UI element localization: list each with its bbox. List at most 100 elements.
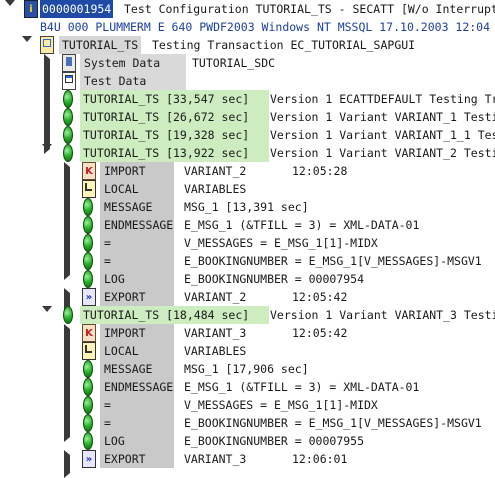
run-label[interactable]: TUTORIAL_TS [18,484 sec] <box>80 306 269 324</box>
export-icon: » <box>82 450 96 468</box>
test-data-icon <box>62 72 76 90</box>
run-text: Version 1 Variant VARIANT_3 Testing <box>270 308 495 322</box>
step-key: LOCAL <box>100 180 174 198</box>
log-header-row: i 0000001954 Test Configuration TUTORIAL… <box>0 0 495 18</box>
run-row[interactable]: TUTORIAL_TS [18,484 sec] Version 1 Varia… <box>0 306 495 324</box>
step-row[interactable]: = E_BOOKINGNUMBER = E_MSG_1[V_MESSAGES]-… <box>0 414 495 442</box>
step-key: ENDMESSAGE <box>100 216 174 234</box>
status-ok-icon <box>83 216 93 234</box>
step-row[interactable]: LOG E_BOOKINGNUMBER = 00007955 <box>0 432 495 450</box>
status-ok-icon <box>63 306 73 324</box>
step-row[interactable]: K IMPORT VARIANT_2 12:05:28 <box>0 162 495 190</box>
step-key: LOG <box>100 270 174 288</box>
step-key: LOG <box>100 432 174 450</box>
run-label[interactable]: TUTORIAL_TS [33,547 sec] <box>80 90 269 108</box>
step-row[interactable]: = E_BOOKINGNUMBER = E_MSG_1[V_MESSAGES]-… <box>0 252 495 280</box>
import-icon: K <box>82 162 96 180</box>
step-value: E_BOOKINGNUMBER = E_MSG_1[V_MESSAGES]-MS… <box>184 416 482 430</box>
test-data-row[interactable]: Test Data <box>0 72 495 100</box>
status-ok-icon <box>83 234 93 252</box>
step-value: VARIANT_3 <box>184 452 247 466</box>
step-key: MESSAGE <box>100 360 174 378</box>
step-row[interactable]: LOCAL VARIABLES <box>0 180 495 208</box>
step-row[interactable]: ENDMESSAGE E_MSG_1 (&TFILL = 3) = XML-DA… <box>0 378 495 406</box>
step-key: EXPORT <box>100 288 174 306</box>
step-row[interactable]: = V_MESSAGES = E_MSG_1[1]-MIDX <box>0 396 495 424</box>
step-time: 12:05:28 <box>292 164 348 178</box>
system-data-label: System Data <box>80 54 186 72</box>
step-row[interactable]: K IMPORT VARIANT_3 12:05:42 <box>0 324 495 352</box>
system-data-value: TUTORIAL_SDC <box>192 56 276 70</box>
transaction-icon <box>40 36 54 54</box>
step-key: MESSAGE <box>100 198 174 216</box>
transaction-description: Testing Transaction EC_TUTORIAL_SAPGUI <box>152 38 416 52</box>
step-key: = <box>100 396 174 414</box>
transaction-row[interactable]: TUTORIAL_TS Testing Transaction EC_TUTOR… <box>0 36 495 54</box>
status-ok-icon <box>63 126 73 144</box>
step-value: VARIABLES <box>184 182 247 196</box>
step-key: EXPORT <box>100 450 174 468</box>
step-key: = <box>100 414 174 432</box>
step-key: ENDMESSAGE <box>100 378 174 396</box>
step-value: V_MESSAGES = E_MSG_1[1]-MIDX <box>184 236 378 250</box>
step-value: E_BOOKINGNUMBER = 00007955 <box>184 434 365 448</box>
system-data-icon <box>62 54 76 72</box>
log-title: Test Configuration TUTORIAL_TS - SECATT … <box>124 2 495 16</box>
step-value: VARIABLES <box>184 344 247 358</box>
system-data-row[interactable]: System Data TUTORIAL_SDC <box>0 54 495 82</box>
run-label[interactable]: TUTORIAL_TS [26,672 sec] <box>80 108 269 126</box>
run-row[interactable]: TUTORIAL_TS [13,922 sec] Version 1 Varia… <box>0 144 495 162</box>
status-ok-icon <box>83 432 93 450</box>
step-row[interactable]: » EXPORT VARIANT_3 12:06:01 <box>0 450 495 478</box>
step-value: MSG_1 [13,391 sec] <box>184 200 309 214</box>
system-info: B4U 000 PLUMMERM E 640 PWDF2003 Windows … <box>40 20 491 34</box>
run-text: Version 1 Variant VARIANT_2 Testi <box>270 146 495 160</box>
status-ok-icon <box>63 90 73 108</box>
status-ok-icon <box>83 198 93 216</box>
status-ok-icon <box>83 396 93 414</box>
system-info-row: B4U 000 PLUMMERM E 640 PWDF2003 Windows … <box>0 18 495 36</box>
step-value: E_BOOKINGNUMBER = E_MSG_1[V_MESSAGES]-MS… <box>184 254 482 268</box>
step-value: V_MESSAGES = E_MSG_1[1]-MIDX <box>184 398 378 412</box>
run-text: Version 1 Variant VARIANT_1 Testi <box>270 110 495 124</box>
step-row[interactable]: » EXPORT VARIANT_2 12:05:42 <box>0 288 495 316</box>
step-key: LOCAL <box>100 342 174 360</box>
step-value: VARIANT_3 <box>184 326 247 340</box>
step-time: 12:05:42 <box>292 290 348 304</box>
step-key: = <box>100 252 174 270</box>
status-ok-icon <box>63 144 73 162</box>
status-ok-icon <box>83 378 93 396</box>
expand-triangle-icon[interactable] <box>64 450 70 478</box>
run-row[interactable]: TUTORIAL_TS [19,328 sec] Version 1 Varia… <box>0 126 495 154</box>
test-data-label: Test Data <box>80 72 186 90</box>
export-icon: » <box>82 288 96 306</box>
status-ok-icon <box>83 252 93 270</box>
import-icon: K <box>82 324 96 342</box>
step-value: VARIANT_2 <box>184 290 247 304</box>
step-row[interactable]: LOG E_BOOKINGNUMBER = 00007954 <box>0 270 495 288</box>
step-row[interactable]: = V_MESSAGES = E_MSG_1[1]-MIDX <box>0 234 495 262</box>
step-row[interactable]: MESSAGE MSG_1 [17,906 sec] <box>0 360 495 388</box>
run-row[interactable]: TUTORIAL_TS [26,672 sec] Version 1 Varia… <box>0 108 495 136</box>
step-time: 12:06:01 <box>292 452 348 466</box>
step-row[interactable]: LOCAL VARIABLES <box>0 342 495 370</box>
local-icon <box>82 180 96 198</box>
step-key: IMPORT <box>100 162 174 180</box>
step-value: E_MSG_1 (&TFILL = 3) = XML-DATA-01 <box>184 380 420 394</box>
local-icon <box>82 342 96 360</box>
step-time: 12:05:42 <box>292 326 348 340</box>
step-row[interactable]: MESSAGE MSG_1 [13,391 sec] <box>0 198 495 226</box>
run-text: Version 1 ECATTDEFAULT Testing Tr <box>270 92 495 106</box>
log-id[interactable]: 0000001954 <box>40 0 114 18</box>
step-row[interactable]: ENDMESSAGE E_MSG_1 (&TFILL = 3) = XML-DA… <box>0 216 495 244</box>
step-value: MSG_1 [17,906 sec] <box>184 362 309 376</box>
info-icon: i <box>24 0 38 18</box>
transaction-name[interactable]: TUTORIAL_TS <box>59 36 142 54</box>
run-text: Version 1 Variant VARIANT_1_1 Test <box>270 128 495 142</box>
step-value: VARIANT_2 <box>184 164 247 178</box>
step-value: E_MSG_1 (&TFILL = 3) = XML-DATA-01 <box>184 218 420 232</box>
status-ok-icon <box>63 108 73 126</box>
run-label[interactable]: TUTORIAL_TS [19,328 sec] <box>80 126 269 144</box>
run-label[interactable]: TUTORIAL_TS [13,922 sec] <box>80 144 269 162</box>
run-row[interactable]: TUTORIAL_TS [33,547 sec] Version 1 ECATT… <box>0 90 495 118</box>
